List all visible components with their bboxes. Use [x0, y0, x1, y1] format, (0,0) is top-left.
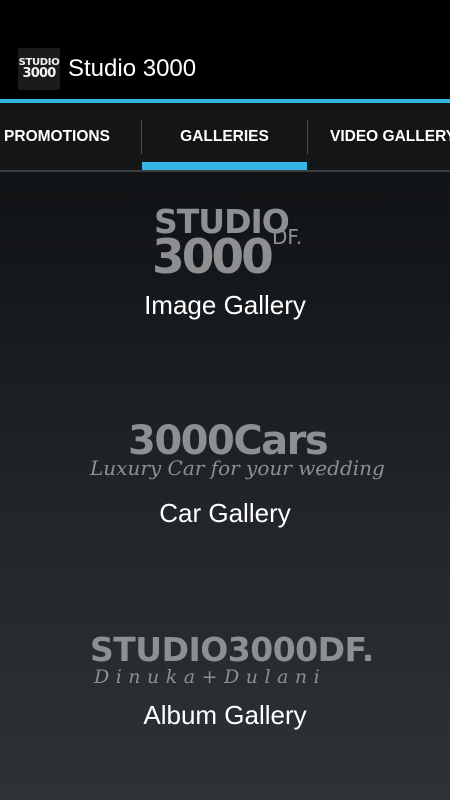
app-logo-icon[interactable]: STUDIO 3000	[18, 48, 60, 90]
tab-galleries[interactable]: GALLERIES	[142, 103, 307, 170]
app-title: Studio 3000	[68, 55, 197, 82]
action-bar: STUDIO 3000 Studio 3000	[0, 0, 450, 100]
studio-logo-line2: 3000	[152, 230, 274, 285]
studio-3000-logo[interactable]: STUDIO 3000 DF.	[150, 205, 310, 285]
app-screen: STUDIO 3000 Studio 3000 PROMOTIONS GALLE…	[0, 0, 450, 800]
album-gallery-label[interactable]: Album Gallery	[0, 700, 450, 731]
app-logo-line2: 3000	[22, 66, 57, 81]
tab-promotions[interactable]: PROMOTIONS	[0, 103, 114, 170]
tab-video-gallery[interactable]: VIDEO GALLERY	[330, 103, 450, 170]
cars-logo-tagline: Luxury Car for your wedding	[90, 456, 385, 480]
album-logo-sub: Dinuka+Dulani	[94, 666, 327, 688]
studio3000df-album-logo[interactable]: STUDIO3000DF. Dinuka+Dulani	[88, 632, 374, 692]
album-logo-main: STUDIO3000DF.	[90, 630, 374, 669]
car-gallery-label[interactable]: Car Gallery	[0, 498, 450, 529]
tab-divider	[307, 120, 308, 154]
selected-tab-indicator	[142, 162, 307, 170]
studio-logo-suffix: DF.	[272, 225, 303, 249]
3000cars-logo[interactable]: 3000Cars Luxury Car for your wedding	[90, 420, 385, 488]
tab-bar: PROMOTIONS GALLERIES VIDEO GALLERY	[0, 103, 450, 172]
image-gallery-label[interactable]: Image Gallery	[0, 290, 450, 321]
